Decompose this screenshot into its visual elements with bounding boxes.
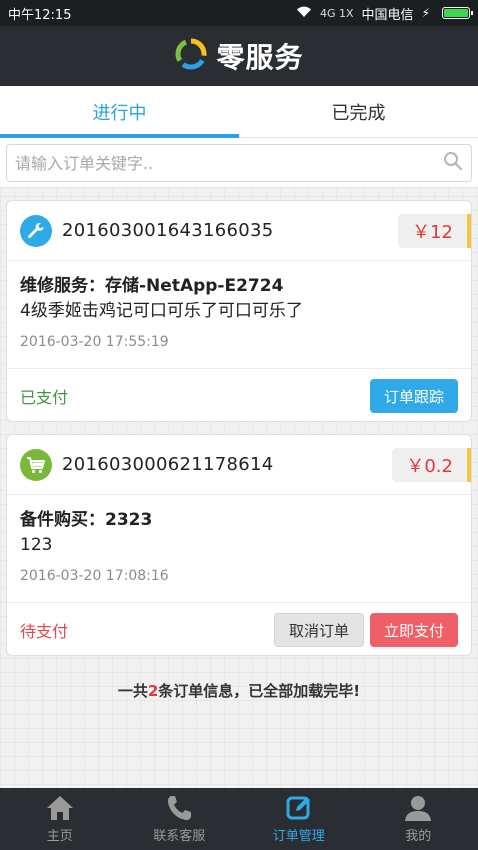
cancel-order-button[interactable]: 取消订单 [273,613,364,647]
order-card-footer: 待支付 取消订单 立即支付 [7,603,471,655]
wrench-icon [20,214,52,247]
nav-order-management-label: 订单管理 [272,829,325,844]
app-title: 零服务 [216,41,304,74]
summary-count: 2 [147,682,159,700]
nav-customer-service[interactable]: 联系客服 [120,788,240,850]
nav-profile[interactable]: 我的 [359,788,478,850]
order-card-header: 201603000621178614 ￥0.2 [7,435,471,495]
order-card: 201603000621178614 ￥0.2 备件购买：2323 123 20… [6,434,472,656]
status-right: 4G 1X 中国电信 ⚡ [296,4,473,23]
search-input[interactable] [15,153,443,173]
price-badge: ￥0.2 [392,448,471,482]
order-time: 2016-03-20 17:08:16 [20,568,169,584]
summary-prefix: 一共 [117,682,148,700]
order-card-header: 201603001643166035 ￥12 [7,201,471,261]
tab-in-progress[interactable]: 进行中 [0,86,239,138]
service-description: 4级季姬击鸡记可口可乐了可口可乐了 [20,301,303,321]
charging-icon: ⚡ [421,6,430,20]
order-actions: 取消订单 立即支付 [273,613,458,647]
cart-icon [20,448,52,481]
logo-ring-icon [174,37,208,75]
order-card: 201603001643166035 ￥12 维修服务：存储-NetApp-E2… [6,200,472,422]
logo: 零服务 [174,36,303,76]
nav-home-label: 主页 [46,829,73,844]
battery-icon [442,7,473,19]
order-time: 2016-03-20 17:55:19 [20,334,169,350]
network-type: 4G 1X [319,6,354,20]
bottom-nav: 主页 联系客服 订单管理 我的 [0,788,478,850]
search-box [6,144,472,182]
nav-home[interactable]: 主页 [0,788,120,850]
service-description: 123 [20,535,53,555]
order-card-body: 备件购买：2323 123 2016-03-20 17:08:16 [7,495,471,603]
payment-status: 已支付 [20,388,69,407]
order-number: 201603001643166035 [62,220,274,241]
carrier-name: 中国电信 [361,7,414,23]
service-title: 维修服务：存储-NetApp-E2724 [20,276,284,296]
status-bar: 中午12:15 4G 1X 中国电信 ⚡ [0,0,478,26]
edit-icon [284,794,314,822]
nav-customer-service-label: 联系客服 [153,829,206,844]
home-icon [45,794,75,822]
order-card-body: 维修服务：存储-NetApp-E2724 4级季姬击鸡记可口可乐了可口可乐了 2… [7,261,471,369]
price-badge: ￥12 [398,214,471,248]
app-header: 零服务 [0,26,478,86]
status-time: 中午12:15 [8,7,72,23]
wifi-icon [296,6,312,21]
search-icon[interactable] [443,151,463,175]
order-tabs: 进行中 已完成 [0,86,478,138]
payment-status: 待支付 [20,622,69,641]
order-number: 201603000621178614 [62,454,274,475]
load-summary: 一共2条订单信息，已全部加载完毕! [0,680,478,701]
tab-completed[interactable]: 已完成 [239,86,478,137]
search-bar [0,138,478,188]
order-actions: 订单跟踪 [369,379,458,413]
user-icon [403,794,433,822]
nav-order-management[interactable]: 订单管理 [239,788,359,850]
summary-suffix: 条订单信息，已全部加载完毕! [158,682,361,700]
service-title: 备件购买：2323 [20,510,153,530]
pay-now-button[interactable]: 立即支付 [369,613,458,647]
phone-icon [164,794,194,822]
order-card-footer: 已支付 订单跟踪 [7,369,471,421]
nav-profile-label: 我的 [405,829,432,844]
track-order-button[interactable]: 订单跟踪 [369,379,458,413]
